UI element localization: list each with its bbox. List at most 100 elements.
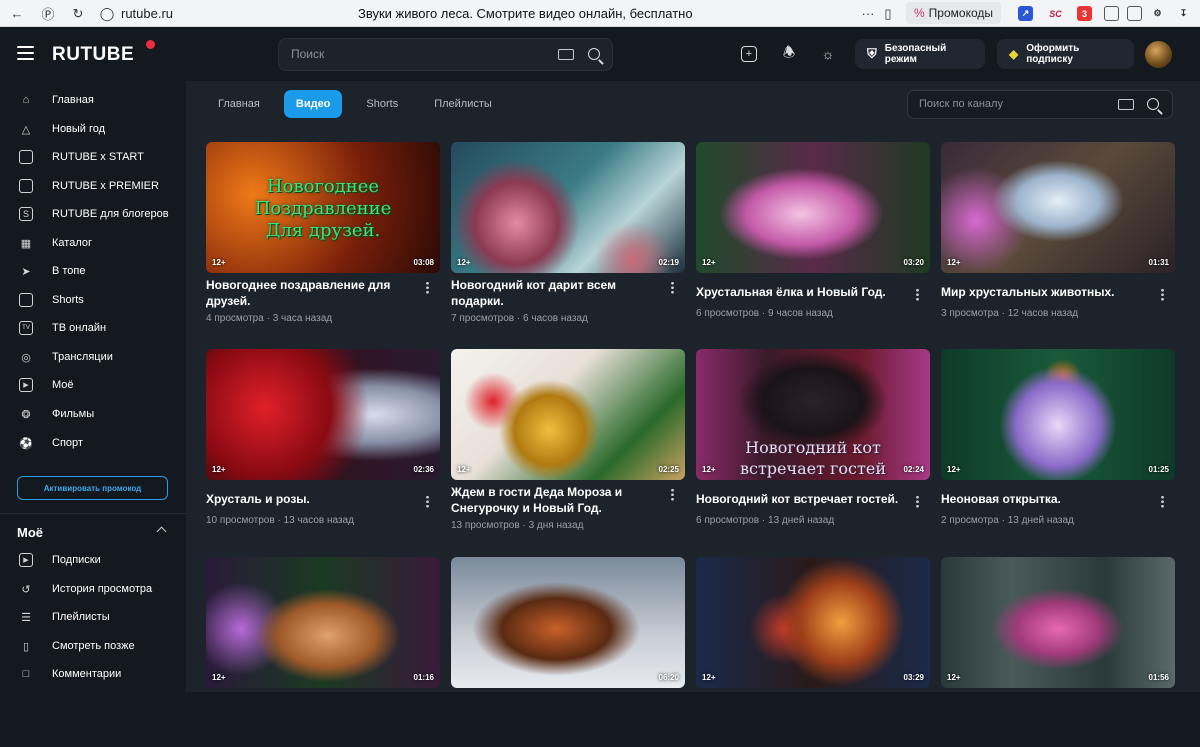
video-title[interactable]: Новогоднее поздравление для друзей. [206, 277, 411, 309]
address-bar-url[interactable]: rutube.ru [121, 6, 173, 21]
upload-icon[interactable]: + [741, 46, 757, 62]
video-title[interactable]: Новогодний кот встречает гостей. [696, 491, 901, 507]
sidebar-item-new-year[interactable]: △ Новый год [0, 115, 186, 143]
activate-promo-button[interactable]: Активировать промокод [17, 476, 168, 500]
video-thumbnail[interactable]: 12+ 03:20 [696, 142, 930, 273]
sidebar-item-start[interactable]: RUTUBE x START [0, 143, 186, 171]
video-title[interactable]: Хрустальная ёлка и Новый Год. [696, 284, 901, 300]
age-rating-badge: 12+ [702, 465, 716, 474]
video-card[interactable]: 12+ 01:56 [941, 557, 1175, 747]
video-thumbnail[interactable]: 12+ 02:19 [451, 142, 685, 273]
video-title[interactable]: Мир хрустальных животных. [941, 284, 1146, 300]
bookmark-icon[interactable]: ▯ [881, 0, 895, 27]
tab-playlists[interactable]: Плейлисты [422, 90, 504, 118]
search-icon[interactable] [1147, 98, 1159, 110]
keyboard-icon[interactable] [558, 49, 574, 60]
search-input[interactable] [291, 47, 531, 61]
sidebar-item-shorts[interactable]: Shorts [0, 286, 186, 314]
video-meta: 2 просмотра · 13 дней назад [941, 515, 1074, 526]
video-thumbnail[interactable]: 12+ 03:29 [696, 557, 930, 688]
video-thumbnail[interactable]: 12+ 02:36 [206, 349, 440, 480]
more-options-icon[interactable] [671, 488, 674, 501]
sidebar-item-broadcasts[interactable]: ◎ Трансляции [0, 343, 186, 371]
sidebar-item-top[interactable]: ➤ В топе [0, 257, 186, 285]
video-title[interactable]: Новогодний кот дарит всем подарки. [451, 277, 656, 309]
video-card[interactable]: 12+ 02:25 Ждем в гости Деда Мороза и Сне… [451, 349, 685, 539]
video-thumbnail[interactable]: Новогоднее Поздравление Для друзей. 12+ … [206, 142, 440, 273]
video-thumbnail[interactable]: 12+ 01:25 [941, 349, 1175, 480]
sidebar-item-films[interactable]: ❂ Фильмы [0, 400, 186, 428]
video-card[interactable]: 12+ 01:16 [206, 557, 440, 747]
tab-home[interactable]: Главная [206, 90, 272, 118]
more-options-icon[interactable] [426, 281, 429, 294]
sidebar-item-bloggers[interactable]: S RUTUBE для блогеров [0, 200, 186, 228]
sidebar-item-home[interactable]: ⌂ Главная [0, 86, 186, 114]
tab-shorts[interactable]: Shorts [354, 90, 410, 118]
sidebar-item-premier[interactable]: RUTUBE x PREMIER [0, 172, 186, 200]
video-thumbnail[interactable]: 12+ 02:25 [451, 349, 685, 480]
search-box[interactable] [278, 38, 613, 71]
yandex-icon[interactable]: Ⓟ [40, 0, 56, 27]
more-options-icon[interactable] [916, 288, 919, 301]
sidebar-item-tv[interactable]: TV ТВ онлайн [0, 314, 186, 342]
more-options-icon[interactable] [426, 495, 429, 508]
sidebar-item-catalog[interactable]: ▦ Каталог [0, 229, 186, 257]
bell-icon[interactable]: 🕭 [781, 44, 797, 62]
refresh-icon[interactable]: ↻ [70, 0, 86, 27]
video-title[interactable]: Ждем в гости Деда Мороза и Снегурочку и … [451, 484, 656, 516]
video-card[interactable]: 12+ 02:36 Хрусталь и розы. 10 просмотров… [206, 349, 440, 539]
video-card[interactable]: 06:20 [451, 557, 685, 747]
keyboard-icon[interactable] [1118, 99, 1134, 110]
sidebar-item-my[interactable]: ▶ Моё [0, 371, 186, 399]
avatar[interactable] [1145, 41, 1172, 68]
extension-sc-icon[interactable]: SC [1048, 6, 1063, 21]
tab-video[interactable]: Видео [283, 90, 343, 118]
promo-codes-button[interactable]: % Промокоды [906, 2, 1001, 24]
chevron-up-icon[interactable] [156, 526, 167, 537]
video-card[interactable]: Новогодний кот встречает гостей 12+ 02:2… [696, 349, 930, 539]
video-thumbnail[interactable]: 06:20 [451, 557, 685, 688]
rutube-logo[interactable]: RUTUBE [52, 44, 134, 66]
sidebar-item-sport[interactable]: ⚽ Спорт [0, 429, 186, 457]
more-options-icon[interactable] [1161, 495, 1164, 508]
shield-icon[interactable]: ◯ [100, 0, 115, 27]
download-icon[interactable]: ↧ [1176, 6, 1191, 21]
video-thumbnail[interactable]: Новогодний кот встречает гостей 12+ 02:2… [696, 349, 930, 480]
more-icon[interactable]: ··· [860, 0, 876, 27]
theme-icon[interactable]: ☼ [820, 46, 836, 62]
sidebar-item-watch-later[interactable]: ▯ Смотреть позже [0, 632, 186, 660]
sidebar-item-history[interactable]: ↺ История просмотра [0, 575, 186, 603]
video-title[interactable]: Хрусталь и розы. [206, 491, 411, 507]
sidebar-item-playlists[interactable]: ☰ Плейлисты [0, 603, 186, 631]
back-arrow-icon[interactable]: ← [9, 0, 25, 27]
sidebar-item-comments[interactable]: □ Комментарии [0, 660, 186, 688]
extension-4-icon[interactable] [1104, 6, 1119, 21]
search-icon[interactable] [588, 48, 600, 60]
more-options-icon[interactable] [1161, 288, 1164, 301]
sidebar-item-label: RUTUBE x PREMIER [52, 180, 159, 192]
subscribe-button[interactable]: ◆ Оформить подписку [997, 39, 1134, 69]
video-card[interactable]: 12+ 03:29 [696, 557, 930, 747]
extension-1-icon[interactable]: ↗ [1018, 6, 1033, 21]
safe-mode-button[interactable]: ⛨ Безопасный режим [855, 39, 985, 69]
video-card[interactable]: 12+ 02:19 Новогодний кот дарит всем пода… [451, 142, 685, 332]
sidebar-item-subscriptions[interactable]: ▶ Подписки [0, 546, 186, 574]
video-thumbnail[interactable]: 12+ 01:31 [941, 142, 1175, 273]
age-rating-badge: 12+ [947, 673, 961, 682]
channel-search-box[interactable] [907, 90, 1173, 119]
video-thumbnail[interactable]: 12+ 01:16 [206, 557, 440, 688]
video-card[interactable]: 12+ 01:25 Неоновая открытка. 2 просмотра… [941, 349, 1175, 539]
extension-6-icon[interactable]: ⚙ [1150, 6, 1165, 21]
more-options-icon[interactable] [671, 281, 674, 294]
extension-badge[interactable]: 3 [1077, 6, 1092, 21]
video-card[interactable]: 12+ 01:31 Мир хрустальных животных. 3 пр… [941, 142, 1175, 332]
video-title[interactable]: Неоновая открытка. [941, 491, 1146, 507]
video-card[interactable]: 12+ 03:20 Хрустальная ёлка и Новый Год. … [696, 142, 930, 332]
extension-5-icon[interactable] [1127, 6, 1142, 21]
duration-badge: 03:20 [903, 258, 924, 267]
video-thumbnail[interactable]: 12+ 01:56 [941, 557, 1175, 688]
video-card[interactable]: Новогоднее Поздравление Для друзей. 12+ … [206, 142, 440, 332]
more-options-icon[interactable] [916, 495, 919, 508]
menu-icon[interactable] [17, 46, 34, 60]
channel-search-input[interactable] [919, 98, 1099, 110]
